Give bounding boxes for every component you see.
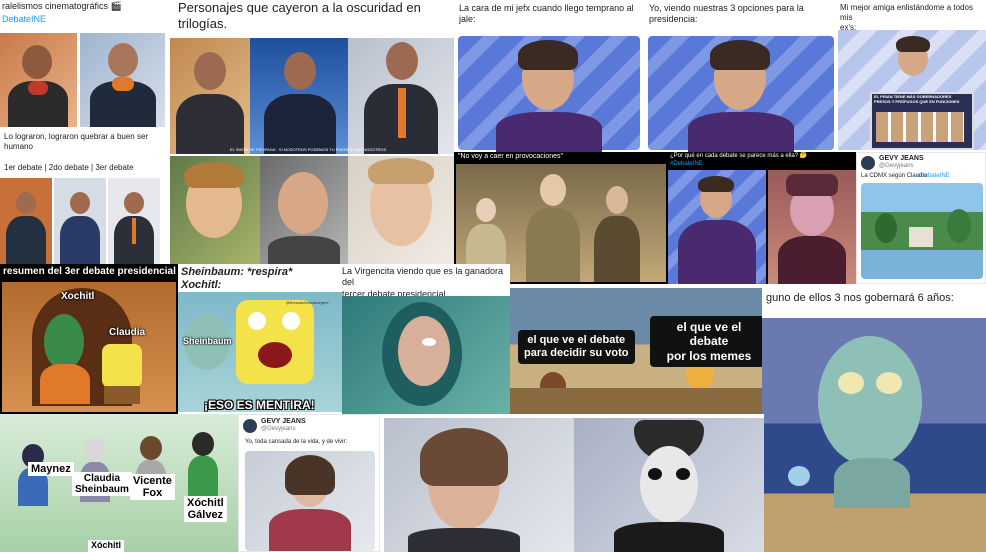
tile-header: Sheinbaum: *respira* <box>181 266 293 278</box>
painting-virgin <box>342 296 510 414</box>
photo-candidate-purple <box>668 170 766 284</box>
tile-caption-middle: Lo lograron, lograron quebrar a buen ser… <box>4 132 149 151</box>
photo-actor-3 <box>348 156 454 266</box>
avatar[interactable] <box>243 419 257 433</box>
box-memes: el que ve el debate por los memes <box>650 316 768 368</box>
meme-tile-running-cartoon: Maynez Claudia Sheinbaum Vicente Fox Xóc… <box>0 414 238 552</box>
label-xochitl: Xochitl <box>61 291 95 302</box>
photo-actor-1 <box>170 156 260 266</box>
photo-subtitle: EL SHOW DE PROPAGA · SI NOSOTROS PODEMOS… <box>230 147 387 152</box>
meme-tile-watching-debate: el que ve el debate para decidir su voto… <box>510 288 768 414</box>
hashtag-link[interactable]: DebateINE <box>2 14 46 25</box>
photo-debate-3 <box>108 178 160 264</box>
meme-tile-boss-face: La cara de mi jefx cuando llego temprano… <box>454 0 644 152</box>
tile-header-2: Xochitl: <box>181 279 222 291</box>
tile-caption: La cara de mi jefx cuando llego temprano… <box>459 3 634 25</box>
meme-tile-respira: Sheinbaum: *respira* Xochitl: @thesadche… <box>178 264 342 414</box>
watermark: @thesadcheeseburgers <box>286 300 329 305</box>
meme-tile-cdmx-tweet: GEVY JEANS @Gevyjeans La CDMX según Clau… <box>856 152 986 284</box>
tile-caption: Personajes que cayeron a la oscuridad en… <box>178 0 421 32</box>
box-vote-decision: el que ve el debate para decidir su voto <box>518 330 635 365</box>
photo-idyllic-city <box>861 183 983 279</box>
meme-tile-ex-list: Mi mejor amiga enlistándome a todos mis … <box>838 0 986 152</box>
tile-caption: La Virgencita viendo que es la ganadora … <box>342 266 503 299</box>
photo-tired-candidate <box>245 451 375 551</box>
tweet-author-handle[interactable]: @Gevyjeans <box>879 163 913 171</box>
photo-candidate-closeup <box>384 418 574 552</box>
photo-heart-hands-left <box>0 33 77 127</box>
label-claudia-sheinbaum: Claudia Sheinbaum <box>72 472 132 496</box>
tile-header: resumen del 3er debate presidencial <box>3 266 176 277</box>
tile-caption-debates: 1er debate | 2do debate | 3er debate <box>4 163 134 172</box>
photo-trilogy-3 <box>348 38 454 154</box>
photo-candidate-face <box>648 36 834 152</box>
photo-candidate-face <box>458 36 640 152</box>
cartoon-spongebob-scream <box>178 292 342 412</box>
label-claudia: Claudia <box>109 327 146 338</box>
meme-tile-parallels: ralelismos cinematográfics 🎬 DebateINE L… <box>0 0 170 268</box>
meme-tile-tired-tweet: GEVY JEANS @Gevyjeans Yo, toda cansada d… <box>238 414 380 552</box>
cartoon-squidward-sad <box>762 318 986 552</box>
hashtag-link[interactable]: #DebateINE <box>670 161 703 169</box>
photo-candidate-board: EL PRIAN TIENE MÁS GOBERNADORES PRESOS Y… <box>838 30 986 150</box>
meme-tile-squidward: guno de ellos 3 nos gobernará 6 años: <box>762 284 986 552</box>
meme-tile-looks-like: ¿Por qué en cada debate se parece más a … <box>668 152 856 284</box>
meme-tile-virgencita: La Virgencita viendo que es la ganadora … <box>342 264 510 414</box>
label-xochitl-galvez: Xóchitl Gálvez <box>184 496 227 523</box>
label-xochitl-bottom: Xóchitl <box>88 540 125 552</box>
tile-caption: Mi mejor amiga enlistándome a todos mis … <box>840 3 973 32</box>
label-vicente-fox: Vicente Fox <box>130 474 175 501</box>
hashtag-link[interactable]: #DebateINE <box>917 173 950 181</box>
avatar[interactable] <box>861 156 875 170</box>
tile-caption: ¿Por qué en cada debate se parece más a … <box>670 153 808 159</box>
board-text: EL PRIAN TIENE MÁS GOBERNADORES PRESOS Y… <box>874 94 960 104</box>
photo-debate-2 <box>54 178 106 264</box>
photo-cartoon-villain <box>768 170 856 284</box>
photo-debate-1 <box>0 178 52 264</box>
photo-ghost-papa <box>574 418 764 552</box>
label-maynez: Maynez <box>28 462 74 477</box>
tile-caption: ralelismos cinematográfics 🎬 <box>2 1 122 11</box>
meme-tile-ghost-comparison <box>384 414 764 552</box>
meme-tile-trilogies: Personajes que cayeron a la oscuridad en… <box>170 0 454 268</box>
tile-caption: Yo, viendo nuestras 3 opciones para la p… <box>649 3 804 25</box>
photo-heart-hands-right <box>80 33 165 127</box>
label-sheinbaum: Sheinbaum <box>183 336 232 346</box>
caption-eso-es-mentira: ¡ESO ES MENTIRA! <box>204 398 315 412</box>
photo-trilogy-2 <box>250 38 348 154</box>
tweet-author-handle[interactable]: @Gevyjeans <box>261 426 295 434</box>
photo-actor-2 <box>260 156 348 266</box>
meme-tile-debate-summary: resumen del 3er debate presidencial Xoch… <box>0 264 178 414</box>
photo-trilogy-1 <box>170 38 250 154</box>
tweet-text: Yo, toda cansada de la vida, y de vivir: <box>245 439 348 445</box>
tile-caption: "No voy a caer en provocaciones" <box>458 153 563 160</box>
tile-caption: guno de ellos 3 nos gobernará 6 años: <box>766 292 954 304</box>
meme-tile-three-options: Yo, viendo nuestras 3 opciones para la p… <box>644 0 838 152</box>
